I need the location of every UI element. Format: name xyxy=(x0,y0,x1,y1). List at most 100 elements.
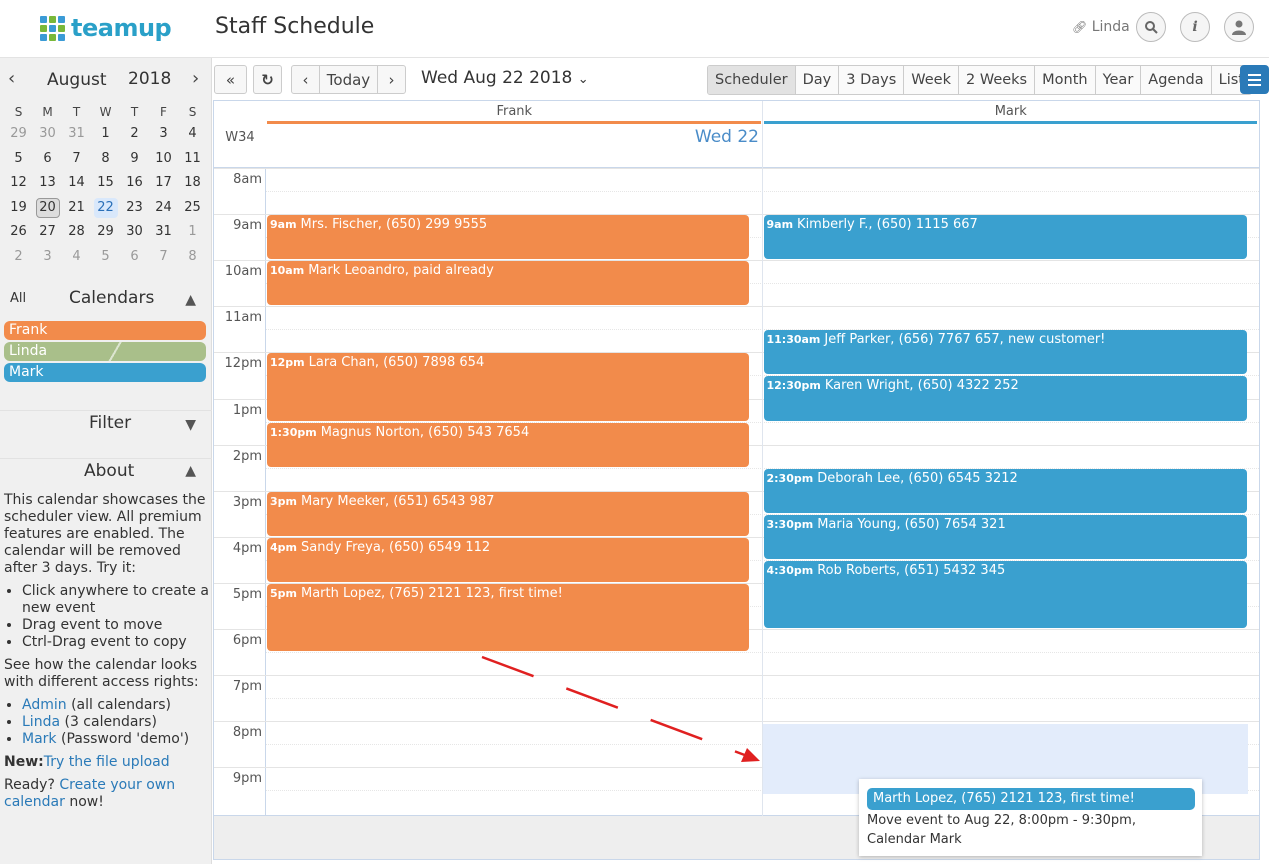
mini-calendar-day[interactable]: 1 xyxy=(91,122,120,147)
event-frank[interactable]: 4pm Sandy Freya, (650) 6549 112 xyxy=(267,537,749,582)
collapse-sidebar-button[interactable]: « xyxy=(214,65,247,94)
mini-calendar-day[interactable]: 16 xyxy=(120,171,149,196)
next-button[interactable]: › xyxy=(377,65,406,94)
column-header-mark[interactable]: Mark xyxy=(763,101,1260,123)
access-list: Admin (all calendars)Linda (3 calendars)… xyxy=(22,697,209,748)
mini-calendar-day[interactable]: 19 xyxy=(4,196,33,221)
access-link[interactable]: Admin xyxy=(22,697,67,713)
mini-calendar-day[interactable]: 3 xyxy=(33,245,62,270)
mini-calendar-day[interactable]: 7 xyxy=(149,245,178,270)
mini-calendar-day[interactable]: 4 xyxy=(178,122,207,147)
mini-calendar-day[interactable]: 30 xyxy=(120,220,149,245)
view-tab-week[interactable]: Week xyxy=(904,66,959,94)
file-upload-link[interactable]: Try the file upload xyxy=(44,754,170,770)
day-number: 5 xyxy=(14,150,23,166)
mini-calendar-day[interactable]: 8 xyxy=(91,147,120,172)
access-link[interactable]: Mark xyxy=(22,731,57,747)
filter-section-header[interactable]: Filter ▼︎ xyxy=(0,410,212,440)
view-tab-day[interactable]: Day xyxy=(795,66,840,94)
view-tab-agenda[interactable]: Agenda xyxy=(1141,66,1212,94)
column-header-frank[interactable]: Frank xyxy=(266,101,763,123)
prev-month-icon[interactable]: ‹ xyxy=(8,68,15,89)
mini-calendar-day[interactable]: 27 xyxy=(33,220,62,245)
mini-calendar-day[interactable]: 2 xyxy=(4,245,33,270)
mini-calendar-day[interactable]: 18 xyxy=(178,171,207,196)
mini-calendar-day[interactable]: 17 xyxy=(149,171,178,196)
today-button[interactable]: Today xyxy=(319,65,378,94)
account-button[interactable] xyxy=(1224,12,1254,42)
mini-calendar-day[interactable]: 29 xyxy=(4,122,33,147)
mini-calendar-day[interactable]: 4 xyxy=(62,245,91,270)
event-frank[interactable]: 12pm Lara Chan, (650) 7898 654 xyxy=(267,353,749,421)
mini-calendar-day[interactable]: 12 xyxy=(4,171,33,196)
mini-calendar-day[interactable]: 24 xyxy=(149,196,178,221)
chevron-down-icon[interactable]: ▼︎ xyxy=(185,417,196,433)
mini-calendar-day[interactable]: 31 xyxy=(62,122,91,147)
event-mark[interactable]: 12:30pm Karen Wright, (650) 4322 252 xyxy=(763,376,1247,421)
view-tab-3-days[interactable]: 3 Days xyxy=(839,66,905,94)
mini-calendar-day[interactable]: 31 xyxy=(149,220,178,245)
event-frank[interactable]: 9am Mrs. Fischer, (650) 299 9555 xyxy=(267,215,749,260)
next-month-icon[interactable]: › xyxy=(192,68,199,89)
search-button[interactable] xyxy=(1136,12,1166,42)
view-tab-month[interactable]: Month xyxy=(1035,66,1096,94)
event-mark[interactable]: 3:30pm Maria Young, (650) 7654 321 xyxy=(763,514,1247,559)
about-section-header[interactable]: About ▲︎ xyxy=(0,458,212,488)
view-tab-year[interactable]: Year xyxy=(1095,66,1142,94)
mini-calendar-day[interactable]: 23 xyxy=(120,196,149,221)
teamup-logo[interactable]: teamup xyxy=(40,14,172,42)
chevron-up-icon[interactable]: ▲︎ xyxy=(185,463,196,479)
event-frank[interactable]: 5pm Marth Lopez, (765) 2121 123, first ti… xyxy=(267,583,749,652)
day-number: 4 xyxy=(188,126,197,142)
access-link[interactable]: Linda xyxy=(22,714,60,730)
view-tab-2-weeks[interactable]: 2 Weeks xyxy=(959,66,1036,94)
mini-calendar-day[interactable]: 14 xyxy=(62,171,91,196)
prev-button[interactable]: ‹ xyxy=(291,65,320,94)
mini-calendar-day[interactable]: 2 xyxy=(120,122,149,147)
mini-calendar-day[interactable]: 6 xyxy=(33,147,62,172)
calendar-item-frank[interactable]: Frank xyxy=(4,321,206,340)
info-button[interactable]: i xyxy=(1180,12,1210,42)
event-frank[interactable]: 3pm Mary Meeker, (651) 6543 987 xyxy=(267,491,749,536)
mini-calendar-day[interactable]: 8 xyxy=(178,245,207,270)
view-tab-scheduler[interactable]: Scheduler xyxy=(708,66,796,94)
date-picker[interactable]: Wed Aug 22 2018 ⌄ xyxy=(421,68,589,88)
vertical-scrollbar[interactable] xyxy=(1260,100,1269,816)
mini-calendar-day[interactable]: 25 xyxy=(178,196,207,221)
mini-calendar-day[interactable]: 21 xyxy=(62,196,91,221)
event-mark[interactable]: 9am Kimberly F., (650) 1115 667 xyxy=(763,215,1247,260)
mini-calendar-day[interactable]: 7 xyxy=(62,147,91,172)
event-mark[interactable]: 11:30am Jeff Parker, (656) 7767 657, new … xyxy=(763,330,1247,375)
mini-calendar-day[interactable]: 15 xyxy=(91,171,120,196)
mini-calendar-day[interactable]: 11 xyxy=(178,147,207,172)
user-link[interactable]: 🔗︎ Linda xyxy=(1072,19,1130,35)
calendar-item-linda[interactable]: Linda xyxy=(4,342,206,361)
mini-calendar-day[interactable]: 22 xyxy=(91,196,120,221)
event-frank[interactable]: 10am Mark Leoandro, paid already xyxy=(267,261,749,306)
mini-calendar-day[interactable]: 5 xyxy=(91,245,120,270)
calendars-section-header[interactable]: All Calendars ▲︎ xyxy=(0,288,212,318)
day-label[interactable]: Wed 22 xyxy=(266,127,759,147)
mini-calendar-day[interactable]: 9 xyxy=(120,147,149,172)
mini-calendar-day[interactable]: 26 xyxy=(4,220,33,245)
mini-calendar-day[interactable]: 3 xyxy=(149,122,178,147)
day-number: 24 xyxy=(155,199,172,215)
menu-button[interactable] xyxy=(1240,65,1269,94)
mini-calendar-day[interactable]: 13 xyxy=(33,171,62,196)
all-calendars-toggle[interactable]: All xyxy=(10,291,26,306)
mini-calendar-day[interactable]: 28 xyxy=(62,220,91,245)
mini-calendar-day[interactable]: 30 xyxy=(33,122,62,147)
mini-calendar-day[interactable]: 29 xyxy=(91,220,120,245)
refresh-button[interactable]: ↻ xyxy=(253,65,282,94)
chevron-up-icon[interactable]: ▲︎ xyxy=(185,292,196,308)
mini-calendar-day[interactable]: 10 xyxy=(149,147,178,172)
time-label: 3pm xyxy=(232,494,262,510)
mini-calendar-day[interactable]: 20 xyxy=(33,196,62,221)
event-mark[interactable]: 4:30pm Rob Roberts, (651) 5432 345 xyxy=(763,560,1247,628)
mini-calendar-day[interactable]: 1 xyxy=(178,220,207,245)
mini-calendar-day[interactable]: 6 xyxy=(120,245,149,270)
event-mark[interactable]: 2:30pm Deborah Lee, (650) 6545 3212 xyxy=(763,468,1247,513)
calendar-item-mark[interactable]: Mark xyxy=(4,363,206,382)
mini-calendar-day[interactable]: 5 xyxy=(4,147,33,172)
event-frank[interactable]: 1:30pm Magnus Norton, (650) 543 7654 xyxy=(267,422,749,467)
